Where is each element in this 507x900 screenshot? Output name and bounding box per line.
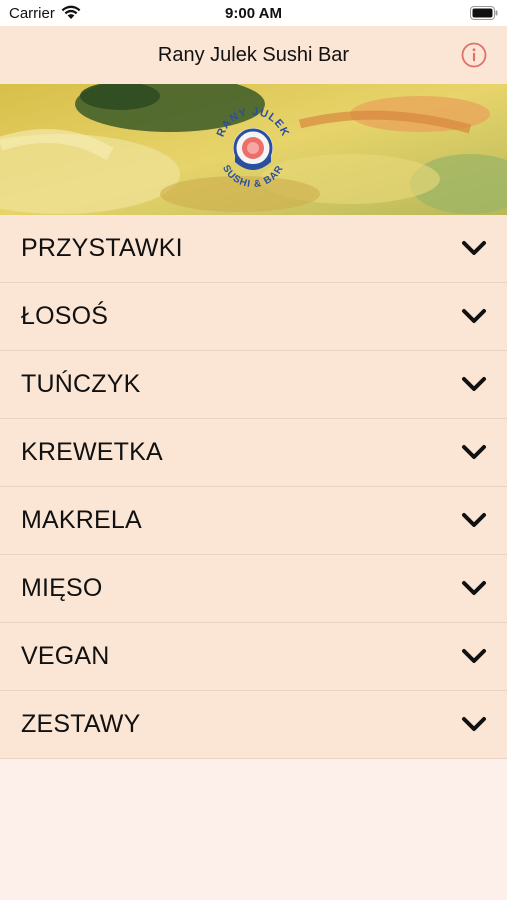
chevron-down-icon[interactable] xyxy=(461,306,487,328)
category-label: TUŃCZYK xyxy=(21,370,141,398)
category-makrela[interactable]: MAKRELA xyxy=(0,487,507,555)
category-vegan[interactable]: VEGAN xyxy=(0,623,507,691)
chevron-down-icon[interactable] xyxy=(461,646,487,668)
chevron-down-icon[interactable] xyxy=(461,374,487,396)
category-zestawy[interactable]: ZESTAWY xyxy=(0,691,507,759)
info-icon[interactable] xyxy=(461,42,487,68)
category-label: ZESTAWY xyxy=(21,710,141,738)
chevron-down-icon[interactable] xyxy=(461,714,487,736)
page-title: Rany Julek Sushi Bar xyxy=(157,44,350,66)
category-przystawki[interactable]: PRZYSTAWKI xyxy=(0,215,507,283)
clock: 9:00 AM xyxy=(225,5,282,22)
category-tunczyk[interactable]: TUŃCZYK xyxy=(0,351,507,419)
chevron-down-icon[interactable] xyxy=(461,238,487,260)
category-label: VEGAN xyxy=(21,642,110,670)
status-bar: Carrier 9:00 AM xyxy=(0,0,507,26)
chevron-down-icon[interactable] xyxy=(461,510,487,532)
category-label: MIĘSO xyxy=(21,574,103,602)
navigation-bar: Rany Julek Sushi Bar xyxy=(0,26,507,84)
category-label: KREWETKA xyxy=(21,438,163,466)
category-losos[interactable]: ŁOSOŚ xyxy=(0,283,507,351)
category-label: ŁOSOŚ xyxy=(21,302,109,330)
category-list: PRZYSTAWKI ŁOSOŚ TUŃCZYK KREWETKA MAKREL… xyxy=(0,215,507,759)
chevron-down-icon[interactable] xyxy=(461,442,487,464)
category-mieso[interactable]: MIĘSO xyxy=(0,555,507,623)
category-label: MAKRELA xyxy=(21,506,142,534)
category-label: PRZYSTAWKI xyxy=(21,234,183,262)
restaurant-logo: RANY JULEK SUSHI & BAR xyxy=(212,98,294,192)
category-krewetka[interactable]: KREWETKA xyxy=(0,419,507,487)
chevron-down-icon[interactable] xyxy=(461,578,487,600)
battery-icon xyxy=(470,6,498,24)
